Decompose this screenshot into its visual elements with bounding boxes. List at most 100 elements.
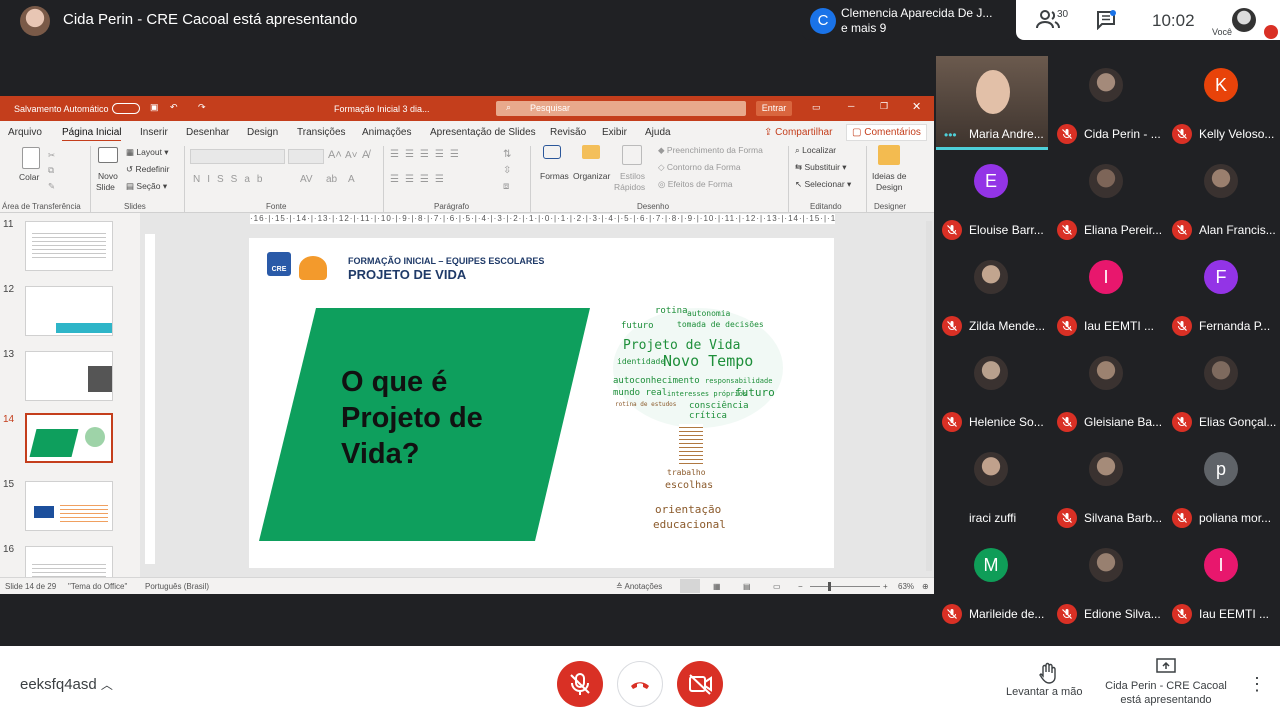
- font-name-select[interactable]: [190, 149, 285, 164]
- font-color-icon[interactable]: A: [348, 174, 355, 185]
- tab-design[interactable]: Design: [247, 127, 278, 138]
- tab-apresentacao[interactable]: Apresentação de Slides: [430, 127, 536, 138]
- slide-thumbnail[interactable]: [25, 481, 113, 531]
- participant-tile[interactable]: F Fernanda P...: [1164, 248, 1279, 344]
- participant-tile[interactable]: ••• Maria Andre...: [934, 56, 1049, 152]
- comments-button[interactable]: ▢ Comentários: [846, 124, 927, 141]
- font-style-icons[interactable]: NISSab: [193, 174, 269, 185]
- section-button[interactable]: ▤ Seção ▾: [126, 181, 167, 192]
- participant-tile[interactable]: Silvana Barb...: [1049, 440, 1164, 536]
- canvas-scrollbar[interactable]: [926, 221, 932, 571]
- char-spacing-icon[interactable]: AV: [300, 174, 313, 185]
- raise-hand-icon[interactable]: [1038, 662, 1058, 684]
- font-size-select[interactable]: [288, 149, 324, 164]
- mic-toggle-button[interactable]: [557, 661, 603, 707]
- slide-thumbnail[interactable]: [25, 546, 113, 577]
- participant-tile[interactable]: Eliana Pereir...: [1049, 152, 1164, 248]
- more-options-icon[interactable]: ⋮: [1248, 674, 1266, 694]
- participant-tile[interactable]: Gleisiane Ba...: [1049, 344, 1164, 440]
- cut-icon[interactable]: ✂: [48, 150, 55, 161]
- leave-call-button[interactable]: [617, 661, 663, 707]
- slideshow-icon[interactable]: ▭: [773, 582, 781, 591]
- tab-exibir[interactable]: Exibir: [602, 127, 627, 138]
- minimize-icon[interactable]: ─: [848, 101, 854, 111]
- align-text-icon[interactable]: ⇳: [503, 165, 511, 176]
- autosave-toggle[interactable]: [112, 103, 140, 114]
- shapes-icon[interactable]: [543, 145, 561, 159]
- copy-icon[interactable]: ⧉: [48, 165, 54, 176]
- restore-icon[interactable]: ❐: [880, 101, 888, 112]
- reading-view-icon[interactable]: ▤: [743, 582, 751, 591]
- tab-animacoes[interactable]: Animações: [362, 127, 411, 138]
- participant-tile[interactable]: iraci zuffi: [934, 440, 1049, 536]
- participant-tile[interactable]: p poliana mor...: [1164, 440, 1279, 536]
- participant-tile[interactable]: I Iau EEMTI ...: [1164, 536, 1279, 632]
- normal-view-icon[interactable]: [680, 579, 700, 593]
- present-screen-icon[interactable]: [1156, 658, 1176, 674]
- participant-tile[interactable]: Alan Francis...: [1164, 152, 1279, 248]
- slide-thumbnail-selected[interactable]: [25, 413, 113, 463]
- meeting-details-button[interactable]: eeksfq4asd ︿: [20, 676, 113, 693]
- reset-button[interactable]: ↺ Redefinir: [126, 164, 170, 175]
- shrink-font-icon[interactable]: A˅: [345, 150, 358, 161]
- text-direction-icon[interactable]: ⇅: [503, 149, 511, 160]
- tab-inserir[interactable]: Inserir: [140, 127, 168, 138]
- smartart-icon[interactable]: ⧈: [503, 181, 509, 192]
- notes-button[interactable]: ≙ Anotações: [616, 582, 662, 591]
- participant-tile[interactable]: M Marileide de...: [934, 536, 1049, 632]
- tab-arquivo[interactable]: Arquivo: [8, 127, 42, 138]
- replace-button[interactable]: ⇆ Substituir ▾: [795, 162, 847, 173]
- camera-toggle-button[interactable]: [677, 661, 723, 707]
- shape-outline-button[interactable]: ◇ Contorno da Forma: [658, 162, 741, 173]
- design-ideas-icon[interactable]: [878, 145, 900, 165]
- fit-slide-icon[interactable]: ⊕: [922, 582, 929, 591]
- select-button[interactable]: ↖ Selecionar ▾: [795, 179, 851, 190]
- tab-pagina-inicial[interactable]: Página Inicial: [62, 127, 122, 142]
- save-icon[interactable]: ▣: [150, 102, 159, 113]
- participant-tile[interactable]: I Iau EEMTI ...: [1049, 248, 1164, 344]
- layout-button[interactable]: ▦ Layout ▾: [126, 147, 169, 158]
- active-speakers-chip[interactable]: C Clemencia Aparecida De J... e mais 9: [802, 0, 1014, 40]
- participant-tile[interactable]: K Kelly Veloso...: [1164, 56, 1279, 152]
- slide-thumbnail[interactable]: [25, 351, 113, 401]
- quick-styles-icon[interactable]: [622, 145, 642, 165]
- align-icons[interactable]: ☰☰☰☰: [390, 174, 450, 185]
- slide-sorter-icon[interactable]: ▦: [713, 582, 721, 591]
- language[interactable]: Português (Brasil): [145, 582, 209, 591]
- new-slide-icon[interactable]: [98, 147, 118, 163]
- participant-tile[interactable]: Zilda Mende...: [934, 248, 1049, 344]
- tab-ajuda[interactable]: Ajuda: [645, 127, 671, 138]
- zoom-in-icon[interactable]: +: [883, 582, 888, 591]
- format-painter-icon[interactable]: ✎: [48, 181, 55, 192]
- highlight-icon[interactable]: ab: [326, 174, 337, 185]
- slide-thumbnail[interactable]: [25, 221, 113, 271]
- list-icons[interactable]: ☰☰☰☰☰: [390, 149, 465, 160]
- participant-tile[interactable]: Cida Perin - ...: [1049, 56, 1164, 152]
- tab-transicoes[interactable]: Transições: [297, 127, 346, 138]
- grow-font-icon[interactable]: A˄: [328, 149, 342, 161]
- redo-icon[interactable]: ↷: [198, 102, 206, 113]
- sign-in-button[interactable]: Entrar: [756, 101, 792, 116]
- close-icon[interactable]: ✕: [912, 100, 921, 113]
- participant-tile[interactable]: E Elouise Barr...: [934, 152, 1049, 248]
- find-button[interactable]: ⌕ Localizar: [795, 145, 836, 156]
- clear-format-icon[interactable]: A̸: [362, 149, 369, 161]
- ppt-search-box[interactable]: ⌕ Pesquisar: [496, 101, 746, 116]
- zoom-slider-thumb[interactable]: [828, 582, 831, 591]
- share-button[interactable]: ⇪ Compartilhar: [764, 127, 832, 138]
- chat-icon[interactable]: [1096, 10, 1116, 30]
- participant-tile[interactable]: Helenice So...: [934, 344, 1049, 440]
- shape-effects-button[interactable]: ◎ Efeitos de Forma: [658, 179, 733, 190]
- ribbon-display-icon[interactable]: ▭: [812, 102, 821, 113]
- participant-tile[interactable]: Elias Gonçal...: [1164, 344, 1279, 440]
- slide-thumbnail[interactable]: [25, 286, 113, 336]
- paste-icon[interactable]: [22, 147, 40, 169]
- arrange-icon[interactable]: [582, 145, 600, 159]
- participant-tile[interactable]: Edione Silva...: [1049, 536, 1164, 632]
- tab-desenhar[interactable]: Desenhar: [186, 127, 229, 138]
- shape-fill-button[interactable]: ◆ Preenchimento da Forma: [658, 145, 763, 156]
- tab-revisao[interactable]: Revisão: [550, 127, 586, 138]
- undo-icon[interactable]: ↶: [170, 102, 178, 113]
- zoom-slider[interactable]: [810, 586, 880, 587]
- zoom-out-icon[interactable]: −: [798, 582, 803, 591]
